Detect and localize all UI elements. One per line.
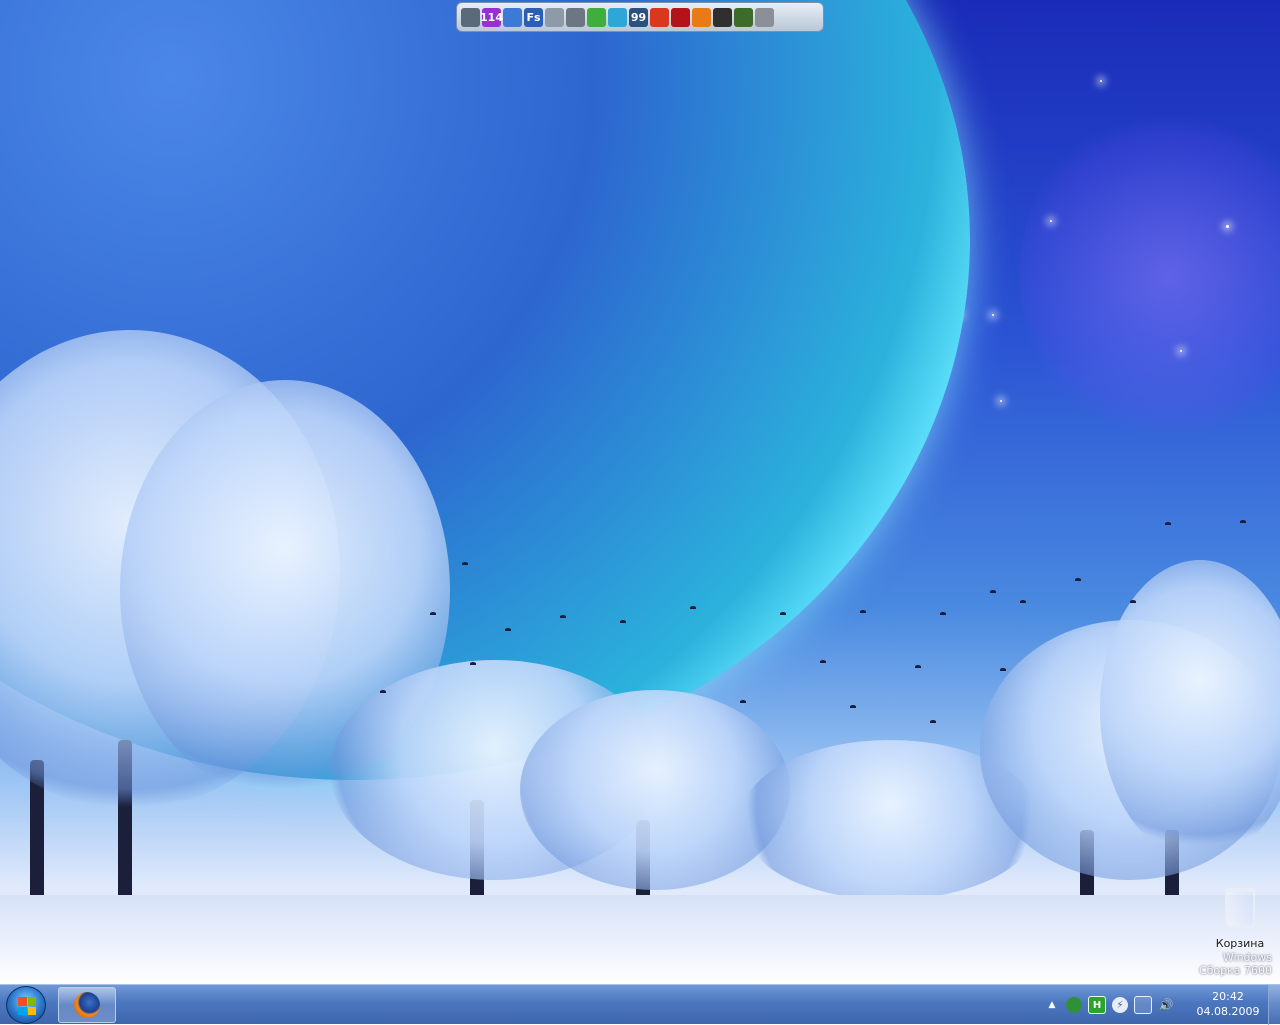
taskbar: ▲ H ⚡ 🔊 20:42 04.08.2009 bbox=[0, 984, 1280, 1025]
desktop-wallpaper: 114 Fs 99 Корзина Windows Сборка 7600 bbox=[0, 0, 1280, 984]
show-hidden-icon[interactable]: ▲ bbox=[1044, 997, 1060, 1013]
start-button[interactable] bbox=[6, 986, 46, 1024]
bell-icon[interactable] bbox=[755, 7, 774, 27]
firefox-icon bbox=[74, 992, 100, 1018]
taskbar-clock[interactable]: 20:42 04.08.2009 bbox=[1196, 989, 1260, 1019]
shield-icon[interactable] bbox=[1066, 997, 1082, 1013]
game-icon[interactable] bbox=[734, 7, 753, 27]
fs-icon[interactable]: Fs bbox=[524, 7, 543, 27]
snow-ground bbox=[0, 895, 1280, 984]
quick-launch-bar[interactable]: 114 Fs 99 bbox=[456, 2, 824, 32]
recycle-bin-icon[interactable] bbox=[1225, 888, 1255, 928]
disk-icon[interactable] bbox=[545, 7, 564, 27]
tools-icon[interactable] bbox=[461, 7, 480, 27]
watermark-line2: Сборка 7600 bbox=[1198, 964, 1272, 977]
volume-icon[interactable]: 🔊 bbox=[1158, 997, 1174, 1013]
show-desktop-button[interactable] bbox=[1268, 985, 1280, 1025]
taskbar-firefox-button[interactable] bbox=[58, 987, 116, 1023]
flash-tray-icon[interactable]: ⚡ bbox=[1112, 997, 1128, 1013]
acrobat-icon[interactable] bbox=[671, 7, 690, 27]
windows-build-watermark: Windows Сборка 7600 bbox=[1199, 951, 1272, 977]
clock-time: 20:42 bbox=[1212, 990, 1244, 1003]
watermark-line1: Windows bbox=[1222, 951, 1272, 964]
pen-icon[interactable] bbox=[503, 7, 522, 27]
recycle-bin[interactable]: Корзина bbox=[1206, 888, 1274, 950]
network-icon[interactable] bbox=[1134, 996, 1152, 1014]
monitor-99-icon[interactable]: 99 bbox=[629, 7, 648, 27]
number-114-icon[interactable]: 114 bbox=[480, 7, 503, 27]
leaf-icon[interactable] bbox=[587, 7, 606, 27]
winamp-icon[interactable] bbox=[713, 7, 732, 27]
windows-start-icon bbox=[18, 997, 36, 1015]
menu-circle-icon[interactable] bbox=[692, 7, 711, 27]
system-tray: ▲ H ⚡ 🔊 bbox=[1044, 985, 1174, 1025]
flash-icon[interactable] bbox=[650, 7, 669, 27]
pencil-icon[interactable] bbox=[566, 7, 585, 27]
recycle-bin-label[interactable]: Корзина bbox=[1206, 938, 1274, 950]
clock-date: 04.08.2009 bbox=[1196, 1005, 1260, 1018]
landscape-icon[interactable] bbox=[608, 7, 627, 27]
green-h-icon[interactable]: H bbox=[1088, 996, 1106, 1014]
